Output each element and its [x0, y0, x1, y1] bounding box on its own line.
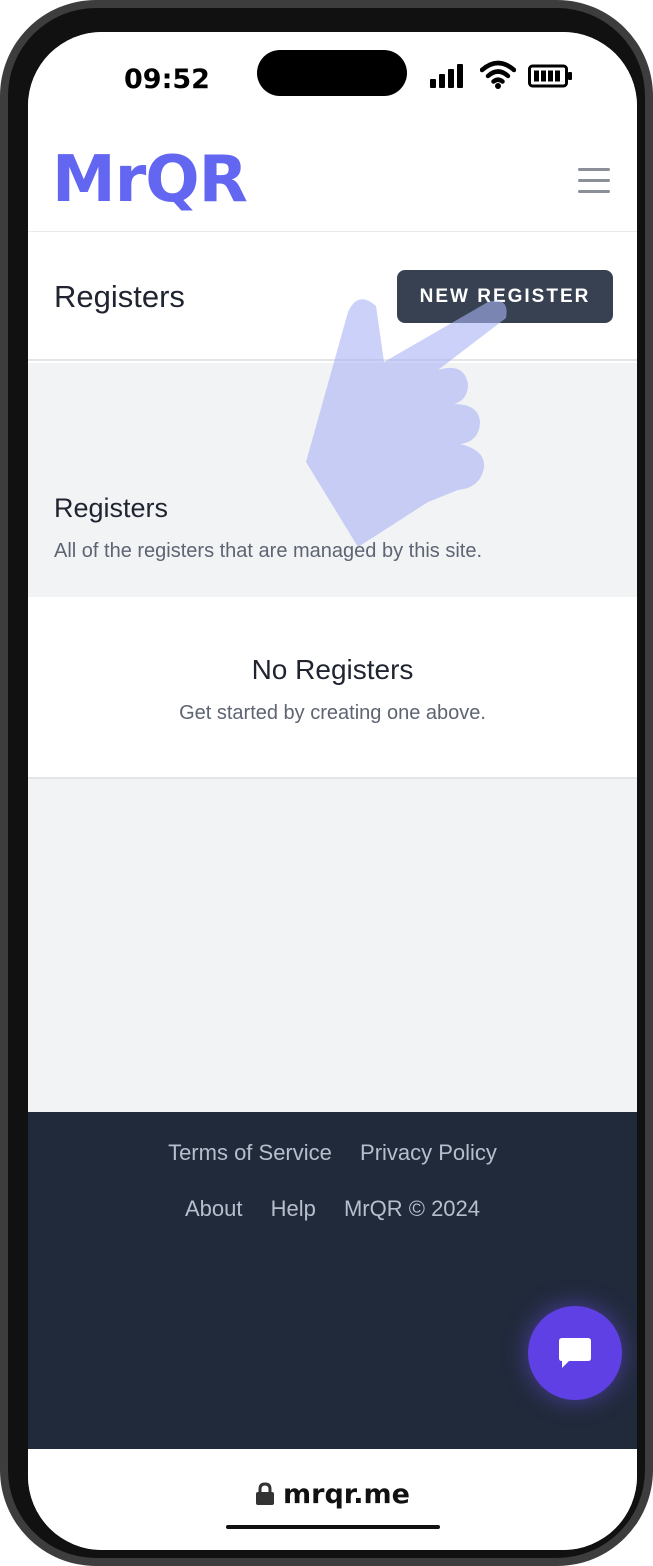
svg-text:MrQR: MrQR [52, 150, 247, 212]
main-content: Registers All of the registers that are … [28, 363, 637, 1112]
url-display[interactable]: mrqr.me [28, 1479, 637, 1510]
new-register-button[interactable]: NEW REGISTER [397, 270, 613, 323]
about-link[interactable]: About [185, 1196, 243, 1221]
page-title: Registers [54, 279, 185, 314]
home-indicator[interactable] [226, 1525, 440, 1529]
copyright-text: MrQR © 2024 [343, 1196, 481, 1221]
browser-url-bar: mrqr.me [28, 1449, 637, 1550]
section-description: All of the registers that are managed by… [54, 540, 482, 562]
footer-links-row-1: Terms of Service Privacy Policy [28, 1140, 637, 1166]
chat-bubble-icon [559, 1338, 591, 1368]
status-time: 09:52 [124, 64, 210, 95]
empty-state-description: Get started by creating one above. [179, 702, 486, 724]
section-title: Registers [54, 493, 169, 523]
wifi-icon [480, 60, 516, 89]
help-link[interactable]: Help [271, 1196, 316, 1221]
phone-frame: 09:52 MrQR Registers NEW REGISTER Regist… [0, 0, 653, 1566]
chat-button[interactable] [528, 1306, 622, 1400]
battery-icon [528, 64, 572, 88]
footer-links-row-2: About Help MrQR © 2024 [28, 1196, 637, 1222]
phone-bezel: 09:52 MrQR Registers NEW REGISTER Regist… [8, 8, 645, 1558]
screen: 09:52 MrQR Registers NEW REGISTER Regist… [28, 32, 637, 1550]
dynamic-island [257, 50, 407, 96]
footer: Terms of Service Privacy Policy About He… [28, 1112, 637, 1449]
cellular-signal-icon [430, 64, 463, 88]
page-header: Registers NEW REGISTER [28, 233, 637, 361]
app-header: MrQR [28, 132, 637, 232]
status-bar: 09:52 [28, 32, 637, 132]
privacy-policy-link[interactable]: Privacy Policy [360, 1140, 497, 1165]
empty-state-card: No Registers Get started by creating one… [28, 597, 637, 779]
hamburger-menu-icon[interactable] [578, 168, 610, 194]
empty-state-title: No Registers [251, 654, 414, 685]
mrqr-logo[interactable]: MrQR [52, 150, 300, 212]
url-text: mrqr.me [283, 1479, 410, 1510]
lock-icon [256, 1482, 275, 1505]
terms-of-service-link[interactable]: Terms of Service [168, 1140, 332, 1165]
